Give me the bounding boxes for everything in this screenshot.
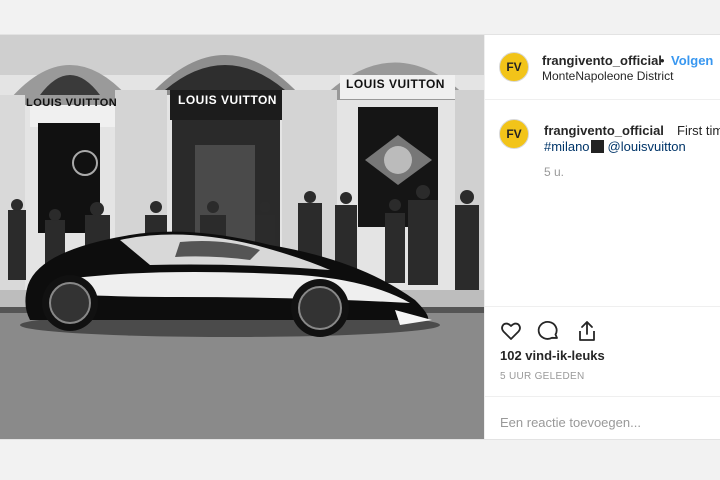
store-sign-left: LOUIS VUITTON [26,97,118,109]
hashtag-link[interactable]: #milano [544,139,590,154]
square-emoji-icon [590,140,604,153]
caption-tags: #milano @louisvuitton [544,139,686,154]
caption-time: 5 u. [544,165,565,179]
action-icons [499,319,599,345]
store-sign-right: LOUIS VUITTON [346,77,445,91]
heart-icon[interactable] [499,319,523,343]
header-username[interactable]: frangivento_official [542,53,662,68]
post-sidebar: FV frangivento_official • Volgen MonteNa… [484,35,720,439]
post-photo[interactable]: LOUIS VUITTON LOUIS VUITTON LOUIS VUITTO… [0,35,484,439]
comment-input[interactable]: Een reactie toevoegen... [500,415,641,430]
post-card: LOUIS VUITTON LOUIS VUITTON LOUIS VUITTO… [0,34,720,440]
caption-username[interactable]: frangivento_official [544,123,664,138]
comment-box[interactable]: Een reactie toevoegen... [485,396,720,441]
caption-text: First time [677,123,720,138]
caption-avatar[interactable]: FV [499,119,529,149]
post-header: FV frangivento_official • Volgen MonteNa… [485,35,720,100]
separator-dot: • [660,53,665,68]
mention-link[interactable]: @louisvuitton [608,139,686,154]
location-link[interactable]: MonteNapoleone District [542,69,673,83]
actions-section: 102 vind-ik-leuks 5 UUR GELEDEN Een reac… [485,306,720,440]
share-icon[interactable] [575,319,599,343]
store-sign-center: LOUIS VUITTON [178,93,277,107]
posted-time: 5 UUR GELEDEN [500,371,585,382]
comment-icon[interactable] [537,319,561,343]
follow-button[interactable]: Volgen [671,53,713,68]
avatar[interactable]: FV [499,52,529,82]
likes-count[interactable]: 102 vind-ik-leuks [500,348,605,363]
